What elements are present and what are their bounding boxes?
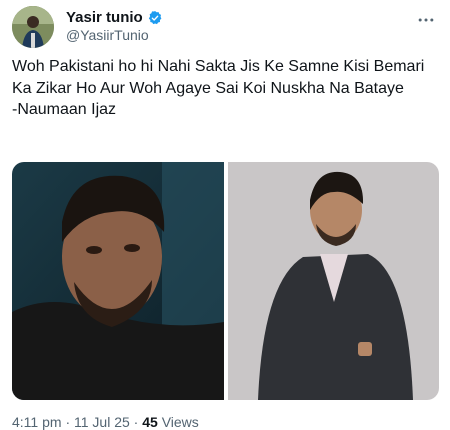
more-options-icon[interactable]: [414, 10, 438, 30]
tweet-text-line: Woh Pakistani ho hi Nahi Sakta Jis Ke Sa…: [12, 58, 425, 97]
tweet-time[interactable]: 4:11 pm: [12, 414, 62, 430]
media-grid: [12, 162, 439, 400]
verified-badge-icon: [147, 10, 163, 26]
views-count: 45: [142, 414, 158, 430]
avatar[interactable]: [12, 6, 54, 48]
views-label: Views: [161, 414, 199, 430]
media-photo-2[interactable]: [228, 162, 439, 400]
tweet-text: Woh Pakistani ho hi Nahi Sakta Jis Ke Sa…: [12, 56, 436, 121]
meta-separator: ·: [133, 414, 139, 430]
tweet-date[interactable]: 11 Jul 25: [74, 414, 130, 430]
tweet-meta: 4:11 pm · 11 Jul 25 · 45 Views: [12, 414, 199, 430]
tweet-text-line: -Naumaan Ijaz: [12, 101, 117, 118]
media-photo-1[interactable]: [12, 162, 224, 400]
author-display-name[interactable]: Yasir tunio: [66, 9, 143, 26]
author-name-row[interactable]: Yasir tunio: [66, 9, 163, 26]
author-handle[interactable]: @YasiirTunio: [66, 27, 149, 43]
meta-separator: ·: [65, 414, 71, 430]
